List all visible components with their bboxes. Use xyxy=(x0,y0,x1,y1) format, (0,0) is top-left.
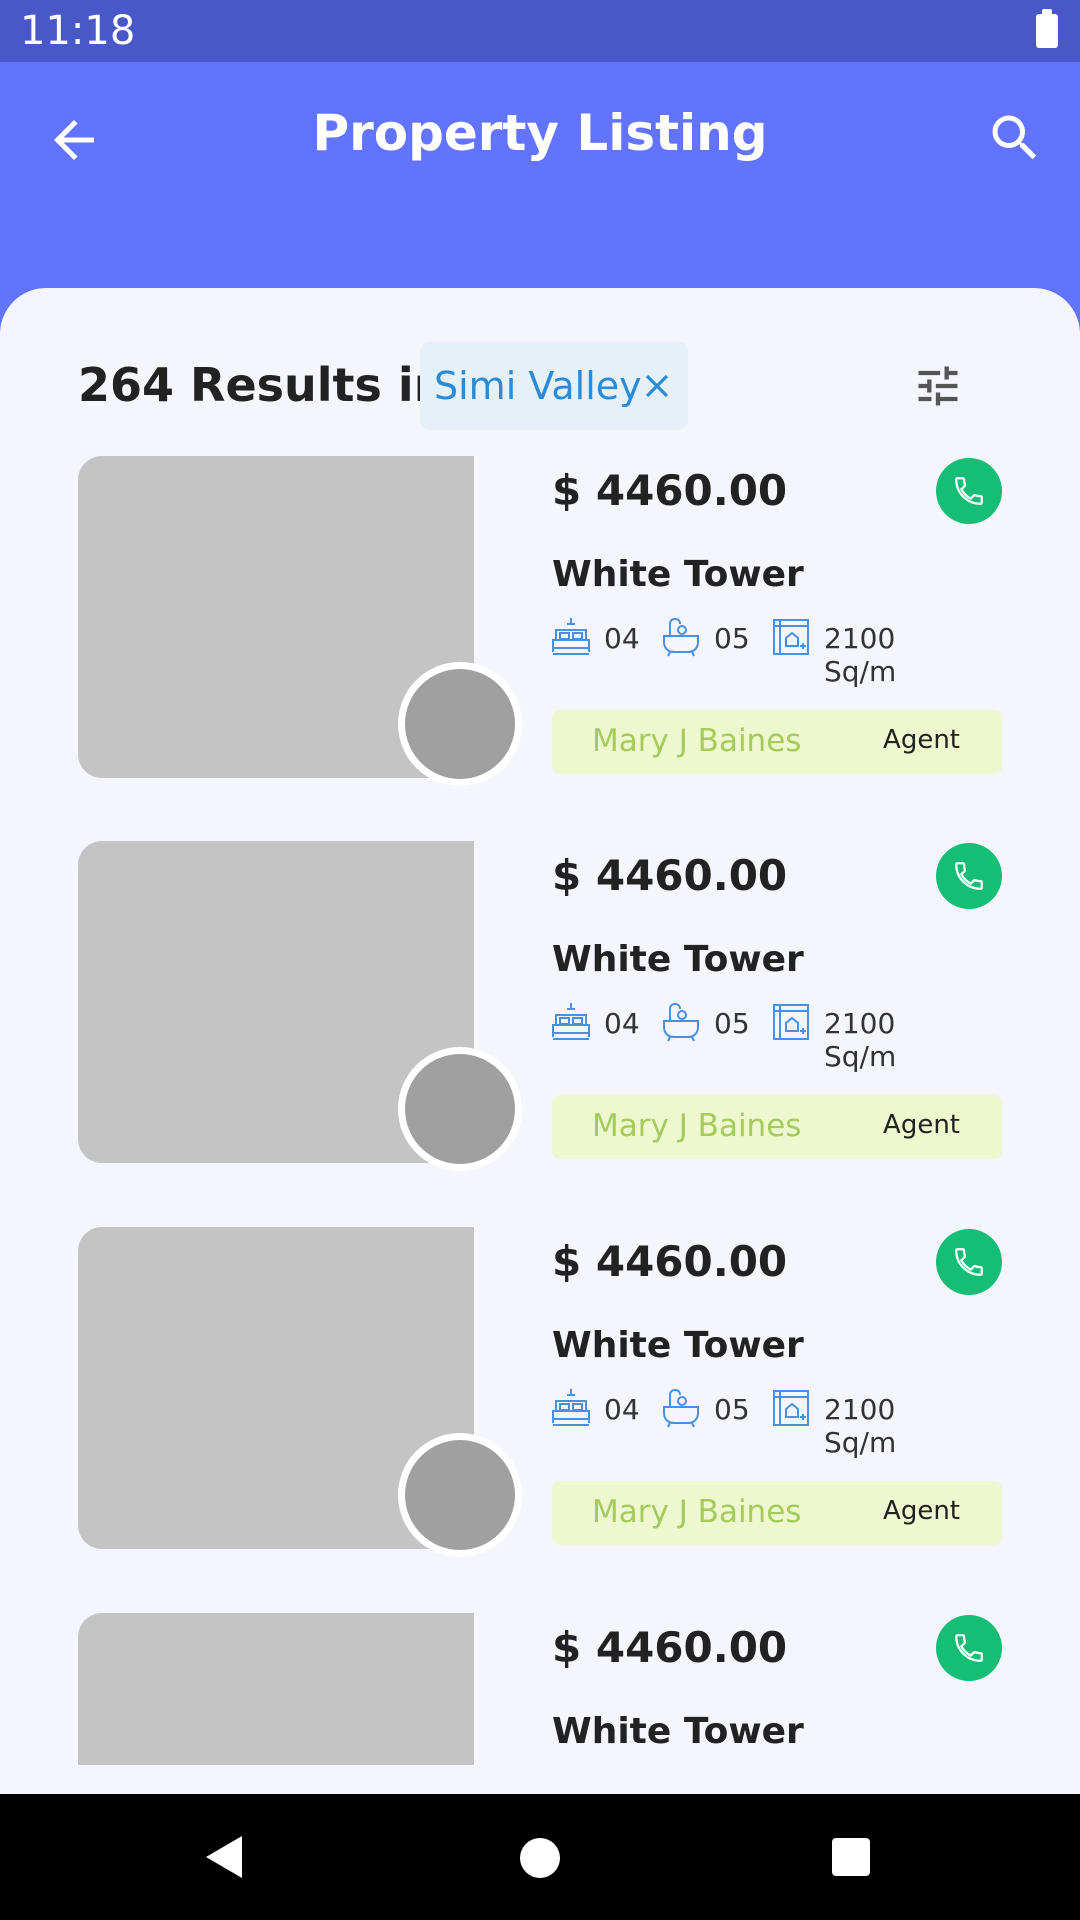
nav-home-icon[interactable] xyxy=(520,1838,560,1878)
listing-name: White Tower xyxy=(552,1325,804,1366)
bed-icon xyxy=(552,1003,590,1040)
system-nav-bar xyxy=(0,1794,1080,1920)
close-icon[interactable] xyxy=(638,367,676,405)
agent-role: Agent xyxy=(883,1110,960,1140)
floor-plan-icon xyxy=(773,1390,809,1426)
listing-price: $ 4460.00 xyxy=(552,1237,788,1286)
bed-count: 04 xyxy=(604,622,640,655)
agent-role: Agent xyxy=(883,1496,960,1526)
listing-features: 04 05 2100 Sq/m xyxy=(550,1387,970,1459)
location-chip-label: Simi Valley xyxy=(434,364,642,408)
agent-name: Mary J Baines xyxy=(592,1494,802,1530)
agent-name: Mary J Baines xyxy=(592,723,802,759)
agent-name: Mary J Baines xyxy=(592,1108,802,1144)
listing-name: White Tower xyxy=(552,554,804,595)
floor-plan-icon xyxy=(773,619,809,655)
agent-role: Agent xyxy=(883,725,960,755)
listing-name: White Tower xyxy=(552,1711,804,1752)
listing-features: 04 05 2100 Sq/m xyxy=(550,1001,970,1073)
bed-icon xyxy=(552,618,590,655)
bed-count: 04 xyxy=(604,1393,640,1426)
nav-back-icon[interactable] xyxy=(204,1834,244,1880)
area-size: 2100 Sq/m xyxy=(824,622,897,688)
area-size: 2100 Sq/m xyxy=(824,1393,897,1459)
page-title: Property Listing xyxy=(312,104,768,162)
agent-avatar xyxy=(398,1433,522,1557)
bathtub-icon xyxy=(663,617,699,657)
bathtub-icon xyxy=(663,1388,699,1428)
status-time: 11:18 xyxy=(20,8,136,54)
agent-avatar xyxy=(398,1047,522,1171)
listing-card[interactable]: $ 4460.00 White Tower 04 05 2100 Sq/m Ma… xyxy=(0,841,1080,1171)
results-count: 264 Results in xyxy=(78,358,447,412)
phone-icon xyxy=(955,1248,983,1276)
battery-icon xyxy=(1036,9,1058,48)
floor-plan-icon xyxy=(773,1004,809,1040)
listing-price: $ 4460.00 xyxy=(552,466,788,515)
bed-icon xyxy=(552,1389,590,1426)
listing-price: $ 4460.00 xyxy=(552,851,788,900)
content-sheet: 264 Results in Simi Valley $ 4460.00 Whi… xyxy=(0,288,1080,1794)
agent-info[interactable]: Mary J Baines Agent xyxy=(552,1095,1002,1159)
call-button[interactable] xyxy=(936,1229,1002,1295)
search-icon xyxy=(992,115,1037,160)
listing-name: White Tower xyxy=(552,939,804,980)
listing-features: 04 05 2100 Sq/m xyxy=(550,616,970,688)
agent-info[interactable]: Mary J Baines Agent xyxy=(552,710,1002,774)
agent-avatar xyxy=(398,662,522,786)
call-button[interactable] xyxy=(936,1615,1002,1681)
phone-icon xyxy=(955,1634,983,1662)
listing-card[interactable]: $ 4460.00 White Tower 04 05 2100 Sq/m Ma… xyxy=(0,1227,1080,1557)
bathtub-icon xyxy=(663,1002,699,1042)
listing-price: $ 4460.00 xyxy=(552,1623,788,1672)
agent-info[interactable]: Mary J Baines Agent xyxy=(552,1481,1002,1545)
listing-card[interactable]: $ 4460.00 White Tower 04 05 2100 Sq/m Ma… xyxy=(0,456,1080,786)
property-image xyxy=(78,1613,474,1765)
status-bar: 11:18 xyxy=(0,0,1080,62)
phone-icon xyxy=(955,477,983,505)
bed-count: 04 xyxy=(604,1007,640,1040)
phone-icon xyxy=(955,862,983,890)
bath-count: 05 xyxy=(714,622,750,655)
location-chip[interactable]: Simi Valley xyxy=(420,342,688,430)
app-bar: Property Listing xyxy=(0,62,1080,222)
listing-card[interactable]: $ 4460.00 White Tower xyxy=(0,1613,1080,1794)
area-size: 2100 Sq/m xyxy=(824,1007,897,1073)
bath-count: 05 xyxy=(714,1007,750,1040)
nav-recents-icon[interactable] xyxy=(832,1838,870,1876)
tune-icon[interactable] xyxy=(912,360,964,412)
call-button[interactable] xyxy=(936,843,1002,909)
call-button[interactable] xyxy=(936,458,1002,524)
search-button[interactable] xyxy=(985,108,1045,168)
bath-count: 05 xyxy=(714,1393,750,1426)
